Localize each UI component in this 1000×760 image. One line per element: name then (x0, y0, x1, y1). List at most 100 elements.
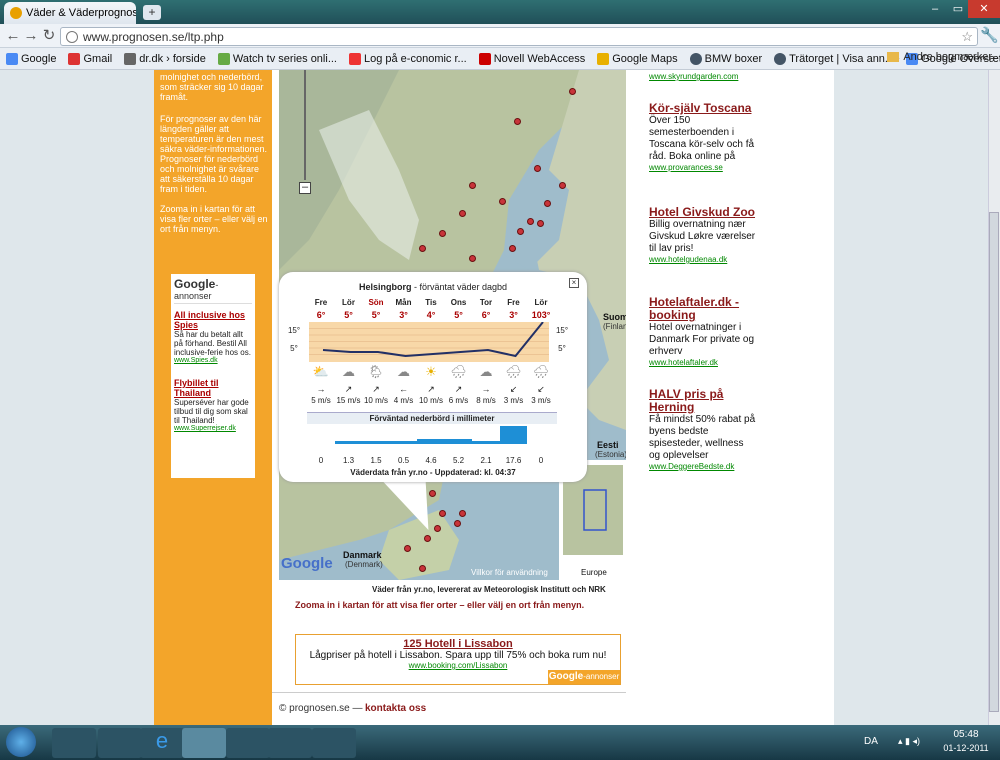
chrome-taskbar-icon[interactable] (182, 728, 226, 758)
maximize-button[interactable]: ▭ (948, 0, 968, 18)
rain-label: 2.1 (480, 456, 492, 465)
wind-arrow-icon: → (481, 384, 491, 394)
city-marker-icon[interactable] (544, 200, 551, 207)
temp-label: 6° (481, 310, 491, 320)
denmark-sub-label: (Denmark) (345, 560, 383, 569)
city-marker-icon[interactable] (439, 230, 446, 237)
scrollbar-thumb[interactable] (989, 212, 999, 712)
city-marker-icon[interactable] (459, 210, 466, 217)
reload-icon[interactable]: ↻ (40, 27, 58, 45)
back-arrow-icon[interactable]: ← (4, 27, 22, 45)
city-marker-icon[interactable] (514, 118, 521, 125)
city-marker-icon[interactable] (569, 88, 576, 95)
bookmark-tratorget[interactable]: Trätorget | Visa ann... (774, 52, 894, 65)
rain-bar (444, 438, 472, 444)
ad-thailand[interactable]: Flybillet til Thailand Superséver har go… (174, 378, 252, 432)
bookmark-bmw[interactable]: BMW boxer (689, 52, 762, 65)
rain-bar (362, 441, 390, 444)
denmark-label: Danmark (343, 550, 382, 560)
other-bookmarks[interactable]: Andre bogmærker (887, 51, 992, 63)
ad-givskud[interactable]: Hotel Givskud Zoo Billig overnatning nær… (649, 206, 757, 265)
axis-label-left: 15° (287, 326, 301, 335)
browser-tab[interactable]: Väder & Väderprognos 10- × (4, 2, 136, 24)
minimize-button[interactable]: – (924, 0, 946, 18)
temp-label: 103° (531, 310, 551, 320)
ad-herning[interactable]: HALV pris på Herning Få mindst 50% rabat… (649, 388, 757, 472)
lissabon-desc: Lågpriser på hotell i Lissabon. Spara up… (309, 650, 607, 661)
rain-header: Förväntad nederbörd i millimeter (307, 412, 557, 424)
film-taskbar-icon[interactable] (312, 728, 356, 758)
rain-label: 0.5 (397, 456, 410, 465)
explorer-taskbar-icon[interactable] (226, 728, 270, 758)
city-marker-icon[interactable] (469, 255, 476, 262)
zoom-out-button[interactable]: – (299, 182, 311, 194)
weather-icon: 🌧 (532, 364, 550, 379)
wind-arrow-icon: ↗ (372, 384, 380, 394)
city-marker-icon[interactable] (509, 245, 516, 252)
map-credit: Väder från yr.no, levererat av Meteorolo… (372, 585, 606, 594)
app-taskbar-icon[interactable] (98, 728, 142, 758)
temp-label: 3° (399, 310, 408, 320)
media-player-taskbar-icon[interactable] (52, 728, 96, 758)
city-marker-icon[interactable] (424, 535, 431, 542)
lissabon-ad[interactable]: 125 Hotell i Lissabon Lågpriser på hotel… (295, 634, 621, 685)
page-icon (348, 52, 361, 65)
clock-date[interactable]: 01-12-2011 (938, 743, 994, 753)
city-marker-icon[interactable] (469, 182, 476, 189)
weather-icon: 🌦 (367, 364, 385, 379)
city-marker-icon[interactable] (404, 545, 411, 552)
city-marker-icon[interactable] (454, 520, 461, 527)
tray-icons[interactable]: ▴ ▮ ◂) (898, 736, 920, 747)
folder-taskbar-icon[interactable] (268, 728, 312, 758)
map-zoom-slider[interactable]: – (299, 70, 311, 196)
ad-hotelaftaler[interactable]: Hotelaftaler.dk - booking Hotel overnatn… (649, 296, 757, 368)
day-label: Tor (479, 298, 493, 307)
lissabon-title[interactable]: 125 Hotell i Lissabon (296, 638, 620, 650)
temp-label: 5° (454, 310, 463, 320)
temp-label: 5° (344, 310, 353, 320)
rain-label: 17.6 (505, 456, 522, 465)
city-marker-icon[interactable] (534, 165, 541, 172)
city-marker-icon[interactable] (419, 245, 426, 252)
city-marker-icon[interactable] (537, 220, 544, 227)
star-icon[interactable]: ☆ (961, 29, 973, 45)
top-ad-url[interactable]: www.skyrundgarden.com (649, 72, 738, 81)
ie-taskbar-icon[interactable]: e (140, 728, 184, 758)
city-marker-icon[interactable] (419, 565, 426, 572)
windows-taskbar: e DA ▴ ▮ ◂) 05:48 01-12-2011 (0, 725, 1000, 760)
city-marker-icon[interactable] (499, 198, 506, 205)
bookmark-dr[interactable]: dr.dk › forside (124, 52, 206, 65)
close-window-button[interactable]: ✕ (968, 0, 1000, 18)
intro-text: molnighet och nederbörd, som sträcker si… (160, 72, 264, 102)
page-icon (217, 52, 230, 65)
forward-arrow-icon[interactable]: → (22, 27, 40, 45)
bookmark-google-maps[interactable]: Google Maps (597, 52, 678, 65)
bookmark-google[interactable]: Google (6, 52, 56, 65)
lissabon-url[interactable]: www.booking.com/Lissabon (296, 661, 620, 670)
new-tab-button[interactable]: + (143, 5, 161, 20)
weather-icon: ⛅ (312, 364, 330, 379)
axis-label-left: 5° (290, 344, 298, 353)
day-label: Mån (395, 298, 412, 307)
europe-label: Europe (581, 568, 607, 577)
clock-time[interactable]: 05:48 (938, 729, 994, 740)
google-icon (6, 52, 18, 65)
ad-spies[interactable]: All inclusive hos Spies Så har du betalt… (174, 310, 252, 364)
ad-toscana[interactable]: Kör-själv Toscana Över 150 semesterboend… (649, 102, 757, 173)
city-marker-icon[interactable] (527, 218, 534, 225)
bookmark-novell[interactable]: Novell WebAccess (478, 52, 585, 65)
bookmark-watch-tv[interactable]: Watch tv series onli... (217, 52, 337, 65)
city-marker-icon[interactable] (517, 228, 524, 235)
city-marker-icon[interactable] (459, 510, 466, 517)
contact-link[interactable]: kontakta oss (365, 703, 426, 714)
city-marker-icon[interactable] (559, 182, 566, 189)
start-button[interactable] (6, 727, 36, 757)
language-indicator[interactable]: DA (864, 736, 878, 747)
bookmark-gmail[interactable]: Gmail (68, 52, 112, 65)
bookmark-economic[interactable]: Log på e-conomic r... (348, 52, 467, 65)
address-bar[interactable]: www.prognosen.se/ltp.php ☆ (60, 27, 978, 46)
wrench-icon[interactable]: 🔧 (980, 27, 999, 45)
google-ads-label: Google-annonser (174, 277, 252, 304)
copyright-text: © prognosen.se — (279, 703, 363, 714)
map-terms-link[interactable]: Villkor för användning (471, 568, 548, 577)
